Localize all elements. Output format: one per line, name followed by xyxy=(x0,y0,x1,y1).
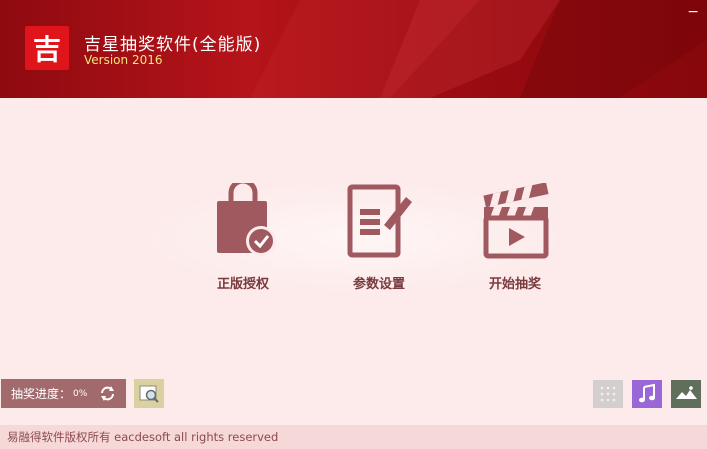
draw-progress-button[interactable]: 抽奖进度： 0% xyxy=(1,379,126,408)
status-bar: 易融得软件版权所有 eacdesoft all rights reserved xyxy=(0,425,707,449)
license-button[interactable]: 正版授权 xyxy=(188,183,298,292)
app-logo: 吉 xyxy=(25,26,69,70)
title-bar: 吉 吉星抽奖软件(全能版) Version 2016 − xyxy=(0,0,707,98)
settings-button[interactable]: 参数设置 xyxy=(324,183,434,292)
start-draw-button[interactable]: 开始抽奖 xyxy=(460,183,570,292)
landscape-icon xyxy=(676,386,697,399)
app-version: Version 2016 xyxy=(84,53,163,67)
progress-label: 抽奖进度： xyxy=(11,387,72,401)
clapperboard-play-icon xyxy=(483,183,549,259)
copyright-text: 易融得软件版权所有 eacdesoft all rights reserved xyxy=(7,430,279,444)
music-icon xyxy=(639,383,655,403)
minimize-button[interactable]: − xyxy=(687,4,699,20)
progress-value: 0% xyxy=(73,388,88,399)
start-draw-label: 开始抽奖 xyxy=(488,277,541,292)
settings-label: 参数设置 xyxy=(352,277,405,292)
image-search-button[interactable] xyxy=(134,379,164,408)
shopping-bag-check-icon xyxy=(217,183,275,256)
document-edit-icon xyxy=(347,184,412,258)
music-button[interactable] xyxy=(632,380,662,408)
refresh-icon[interactable] xyxy=(99,385,116,402)
app-title: 吉星抽奖软件(全能版) xyxy=(84,35,262,55)
image-search-icon xyxy=(139,385,159,403)
grid-button[interactable] xyxy=(593,380,623,408)
license-label: 正版授权 xyxy=(216,277,269,292)
grid-icon xyxy=(600,386,616,402)
background-image-button[interactable] xyxy=(671,380,701,408)
